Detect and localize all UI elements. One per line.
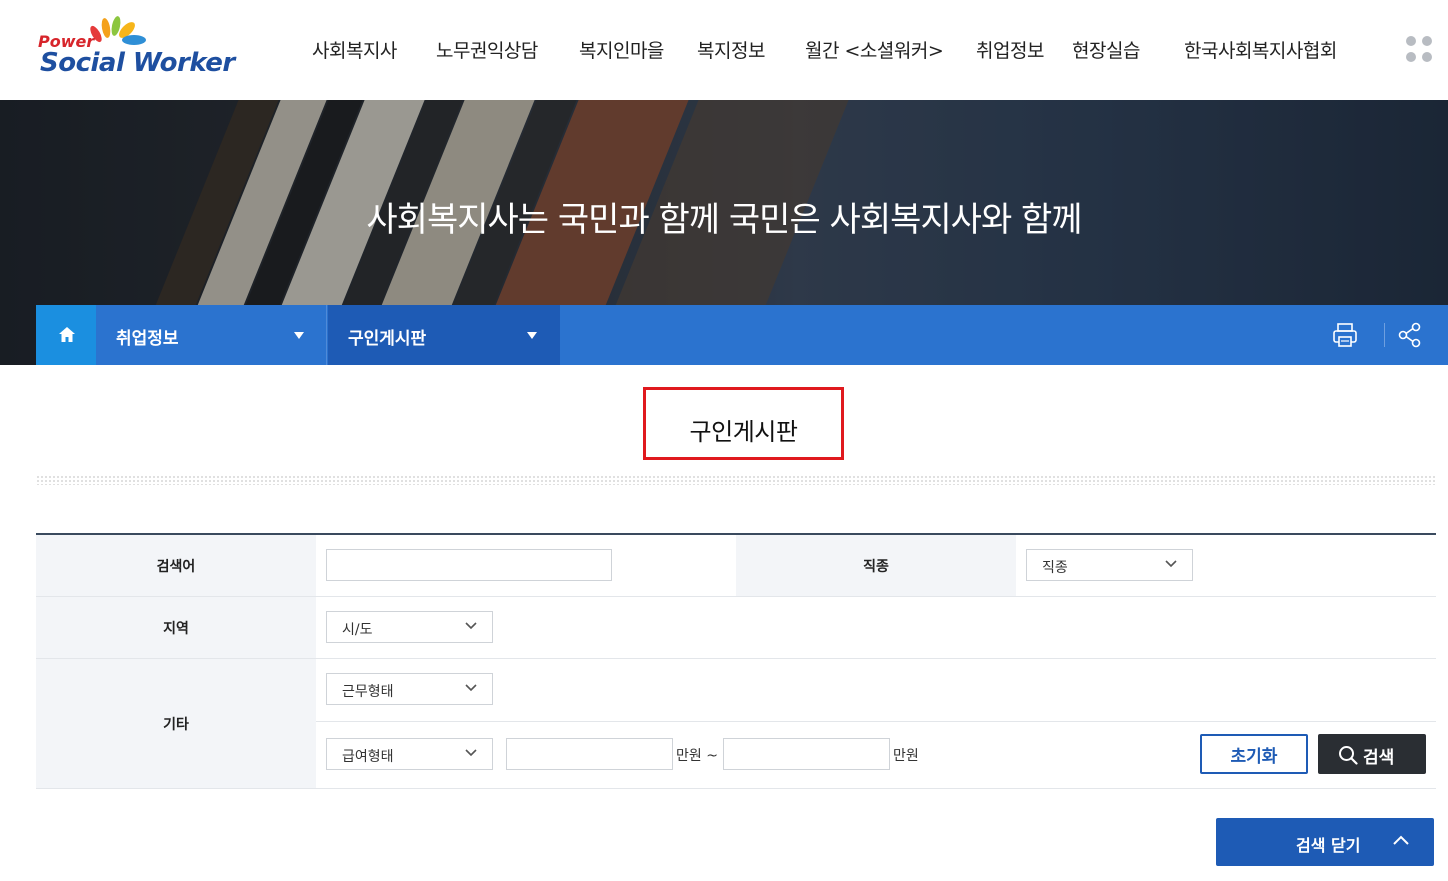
etc-subdivider	[316, 721, 1436, 722]
site-header: Power Social Worker 사회복지사 노무권익상담 복지인마을 복…	[0, 0, 1448, 100]
chevron-down-icon	[1165, 560, 1177, 568]
location-depth1-label: 취업정보	[116, 329, 179, 349]
job-select-value: 직종	[1042, 560, 1068, 576]
nav-item-social-worker[interactable]: 사회복지사	[312, 36, 397, 63]
dotted-divider	[36, 475, 1436, 485]
reset-button[interactable]: 초기화	[1200, 734, 1308, 774]
location-bar: 취업정보 구인게시판	[36, 305, 1448, 365]
salary-unit-from: 만원 ~	[676, 748, 718, 764]
salary-unit-to: 만원	[893, 748, 919, 764]
close-search-button[interactable]: 검색 닫기	[1216, 818, 1434, 866]
form-row-keyword: 검색어 직종 직종	[36, 535, 1436, 597]
tool-divider	[1384, 323, 1385, 347]
salary-type-select[interactable]: 급여형태	[326, 738, 493, 770]
page-title: 구인게시판	[689, 418, 798, 446]
etc-label: 기타	[36, 659, 316, 788]
keyword-input[interactable]	[326, 549, 612, 581]
caret-down-icon	[294, 332, 304, 339]
all-menu-icon[interactable]	[1406, 36, 1434, 64]
chevron-down-icon	[465, 749, 477, 757]
salary-min-input[interactable]	[506, 738, 673, 770]
nav-item-welfare-village[interactable]: 복지인마을	[579, 36, 664, 63]
job-label: 직종	[736, 535, 1016, 596]
location-depth2-label: 구인게시판	[348, 329, 427, 349]
job-select[interactable]: 직종	[1026, 549, 1193, 581]
home-button[interactable]	[36, 305, 96, 365]
chevron-down-icon	[465, 622, 477, 630]
location-depth2-dropdown[interactable]: 구인게시판	[328, 305, 560, 365]
chevron-down-icon	[465, 684, 477, 692]
location-tools	[1332, 319, 1432, 351]
keyword-label: 검색어	[36, 535, 316, 596]
global-nav: 사회복지사 노무권익상담 복지인마을 복지정보 월간 <소셜워커> 취업정보 현…	[0, 36, 1448, 64]
nav-item-association[interactable]: 한국사회복지사협회	[1184, 36, 1337, 63]
page-title-box: 구인게시판	[643, 387, 844, 460]
search-button[interactable]: 검색	[1318, 734, 1426, 774]
nav-item-field-practice[interactable]: 현장실습	[1072, 36, 1140, 63]
region-label: 지역	[36, 597, 316, 658]
region-select[interactable]: 시/도	[326, 611, 493, 643]
caret-down-icon	[527, 332, 537, 339]
form-row-region: 지역 시/도	[36, 597, 1436, 659]
work-type-select-value: 근무형태	[342, 684, 394, 700]
work-type-select[interactable]: 근무형태	[326, 673, 493, 705]
home-icon	[59, 327, 75, 342]
search-icon	[1339, 746, 1358, 765]
banner-title: 사회복지사는 국민과 함께 국민은 사회복지사와 함께	[366, 200, 1082, 240]
nav-item-monthly-magazine[interactable]: 월간 <소셜워커>	[805, 36, 944, 63]
chevron-up-icon	[1393, 835, 1409, 845]
region-select-value: 시/도	[342, 622, 373, 638]
share-icon[interactable]	[1398, 322, 1422, 348]
nav-item-labor-counsel[interactable]: 노무권익상담	[436, 36, 538, 63]
salary-max-input[interactable]	[723, 738, 890, 770]
search-button-label: 검색	[1363, 748, 1395, 768]
nav-item-job-info[interactable]: 취업정보	[976, 36, 1044, 63]
salary-type-select-value: 급여형태	[342, 749, 394, 765]
close-search-label: 검색 닫기	[1296, 836, 1361, 855]
location-depth1-dropdown[interactable]: 취업정보	[96, 305, 327, 365]
nav-item-welfare-info[interactable]: 복지정보	[697, 36, 765, 63]
print-icon[interactable]	[1332, 322, 1358, 348]
